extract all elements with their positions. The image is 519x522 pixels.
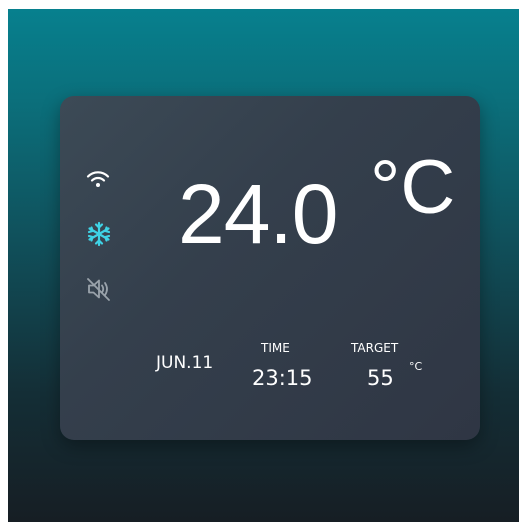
current-temperature: 24.0 [178,167,338,261]
target-unit: °C [409,360,423,373]
background: 24.0 °C JUN.11 TIME 23:15 TARGET 55 °C [8,9,519,522]
target-label: TARGET [351,341,399,355]
wifi-icon [86,171,110,187]
speaker-muted-icon [87,278,110,301]
thermostat-panel: 24.0 °C JUN.11 TIME 23:15 TARGET 55 °C [60,96,480,440]
snowflake-icon [87,221,111,247]
time-value: 23:15 [252,366,313,390]
time-label: TIME [261,341,290,355]
target-temperature-value: 55 [367,366,394,390]
date-readout: JUN.11 [156,353,214,373]
temperature-unit: °C [370,145,456,230]
